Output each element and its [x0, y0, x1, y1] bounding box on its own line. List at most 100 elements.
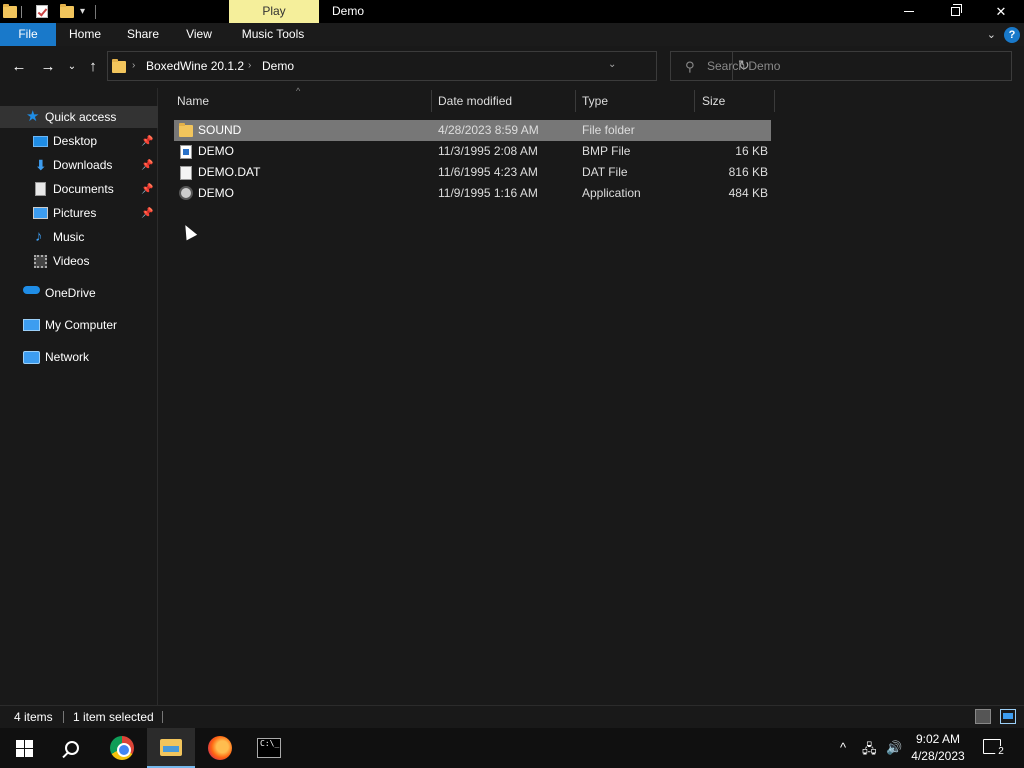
file-list: ^ Name Date modified Type Size SOUND 4/2…	[159, 86, 1024, 705]
music-icon: ♪	[35, 228, 43, 245]
properties-icon[interactable]	[36, 4, 50, 19]
file-name: DEMO.DAT	[198, 165, 261, 179]
breadcrumb-demo[interactable]: Demo	[262, 59, 294, 73]
chrome-icon	[110, 736, 134, 760]
videos-icon	[34, 254, 47, 268]
restore-icon	[950, 4, 962, 16]
notification-count-badge: 2	[995, 746, 1007, 758]
file-date: 11/3/1995 2:08 AM	[438, 144, 538, 158]
sidebar-item-label: Videos	[53, 254, 90, 268]
forward-button[interactable]: →	[39, 58, 57, 76]
star-icon: ★	[26, 108, 40, 125]
file-size: 484 KB	[728, 186, 768, 200]
tab-music-tools[interactable]: Music Tools	[232, 23, 314, 46]
sidebar-item-onedrive[interactable]: OneDrive	[0, 282, 158, 304]
back-arrow-icon: ←	[11, 58, 27, 75]
file-type: Application	[582, 186, 641, 200]
volume-icon[interactable]: 🔊	[886, 740, 902, 756]
taskbar-search-button[interactable]	[48, 728, 96, 768]
pin-icon: 📌	[141, 183, 154, 195]
table-row[interactable]: DEMO.DAT 11/6/1995 4:23 AM DAT File 816 …	[174, 162, 771, 183]
selection-count: 1 item selected	[73, 710, 154, 724]
table-row[interactable]: DEMO 11/9/1995 1:16 AM Application 484 K…	[174, 183, 771, 204]
recent-locations-button[interactable]: ⌄	[63, 58, 81, 76]
ribbon-tabs: File Home Share View Music Tools ⌄ ?	[0, 23, 1024, 46]
file-type: BMP File	[582, 144, 631, 158]
tab-home[interactable]: Home	[60, 23, 110, 46]
documents-icon	[35, 182, 46, 196]
table-row[interactable]: DEMO 11/3/1995 2:08 AM BMP File 16 KB	[174, 141, 771, 162]
sidebar-item-pictures[interactable]: Pictures 📌	[0, 202, 158, 224]
clock-date: 4/28/2023	[911, 749, 965, 763]
sidebar-item-label: Quick access	[45, 110, 117, 124]
sidebar-item-label: Desktop	[53, 134, 98, 148]
details-view-icon[interactable]	[975, 709, 991, 724]
close-button[interactable]: ✕	[978, 0, 1024, 23]
sidebar-item-quick-access[interactable]: ★ Quick access	[0, 106, 158, 128]
context-tab-play[interactable]: Play	[229, 0, 319, 23]
search-box[interactable]: ⚲	[670, 51, 1012, 81]
minimize-button[interactable]	[886, 0, 932, 23]
search-icon: ⚲	[685, 59, 695, 74]
system-clock[interactable]: 9:02 AM 4/28/2023	[908, 731, 968, 765]
address-dropdown-icon[interactable]: ⌄	[608, 59, 616, 70]
column-header-name[interactable]: Name	[177, 88, 427, 114]
help-icon[interactable]: ?	[1004, 26, 1020, 43]
item-count: 4 items	[14, 710, 53, 724]
navigation-pane: ★ Quick access Desktop 📌 ⬇ Downloads 📌 D…	[0, 88, 158, 705]
tab-share[interactable]: Share	[118, 23, 168, 46]
taskbar-file-explorer[interactable]	[147, 728, 195, 768]
table-row[interactable]: SOUND 4/28/2023 8:59 AM File folder	[174, 120, 771, 141]
back-button[interactable]: ←	[10, 58, 28, 76]
sidebar-item-music[interactable]: ♪ Music	[0, 226, 158, 248]
breadcrumb-boxedwine[interactable]: BoxedWine 20.1.2	[146, 59, 244, 73]
network-status-icon[interactable]: 🖧	[862, 740, 877, 762]
file-name: SOUND	[198, 123, 242, 137]
expand-ribbon-icon[interactable]: ⌄	[987, 28, 996, 41]
column-header-type[interactable]: Type	[582, 88, 692, 114]
column-divider[interactable]	[575, 90, 576, 112]
file-date: 4/28/2023 8:59 AM	[438, 123, 539, 137]
file-explorer-icon	[160, 738, 182, 756]
column-divider[interactable]	[774, 90, 775, 112]
pin-icon: 📌	[141, 207, 154, 219]
customize-qat-icon[interactable]: ▾	[80, 6, 85, 17]
restore-button[interactable]	[932, 0, 978, 23]
up-button[interactable]: ↑	[84, 58, 102, 76]
file-name: DEMO	[198, 186, 234, 200]
pictures-icon	[33, 207, 48, 219]
sidebar-item-desktop[interactable]: Desktop 📌	[0, 130, 158, 152]
taskbar-firefox[interactable]	[196, 728, 244, 768]
sidebar-item-my-computer[interactable]: My Computer	[0, 314, 158, 336]
search-input[interactable]	[707, 57, 997, 75]
close-icon: ✕	[995, 3, 1007, 19]
large-icons-view-icon[interactable]	[1000, 709, 1016, 724]
column-header-date[interactable]: Date modified	[438, 88, 573, 114]
tab-file[interactable]: File	[0, 23, 56, 46]
firefox-icon	[208, 736, 232, 760]
taskbar-chrome[interactable]	[98, 728, 146, 768]
address-bar[interactable]: › BoxedWine 20.1.2 › Demo ⌄ ↻	[107, 51, 750, 81]
onedrive-icon	[23, 286, 40, 294]
start-button[interactable]	[0, 728, 48, 768]
minimize-icon	[904, 11, 914, 12]
show-hidden-icons-icon[interactable]: ^	[840, 740, 846, 755]
title-bar: ▾ Play Demo ✕	[0, 0, 1024, 23]
column-header-size[interactable]: Size	[702, 88, 772, 114]
search-icon	[65, 741, 79, 755]
column-divider[interactable]	[431, 90, 432, 112]
tab-view[interactable]: View	[176, 23, 222, 46]
sidebar-item-documents[interactable]: Documents 📌	[0, 178, 158, 200]
folder-icon	[179, 123, 193, 137]
sidebar-item-downloads[interactable]: ⬇ Downloads 📌	[0, 154, 158, 176]
column-divider[interactable]	[694, 90, 695, 112]
download-icon: ⬇	[35, 157, 47, 173]
sidebar-item-network[interactable]: Network	[0, 346, 158, 368]
sidebar-item-label: Pictures	[53, 206, 97, 220]
taskbar: C:\_ ^ 🖧 🔊 9:02 AM 4/28/2023 2	[0, 728, 1024, 768]
navigation-bar: ← → ⌄ ↑ › BoxedWine 20.1.2 › Demo ⌄ ↻ ⚲	[0, 46, 1024, 88]
new-folder-icon[interactable]	[60, 4, 74, 20]
taskbar-terminal[interactable]: C:\_	[245, 728, 293, 768]
sidebar-item-label: Music	[53, 230, 85, 244]
sidebar-item-videos[interactable]: Videos	[0, 250, 158, 272]
